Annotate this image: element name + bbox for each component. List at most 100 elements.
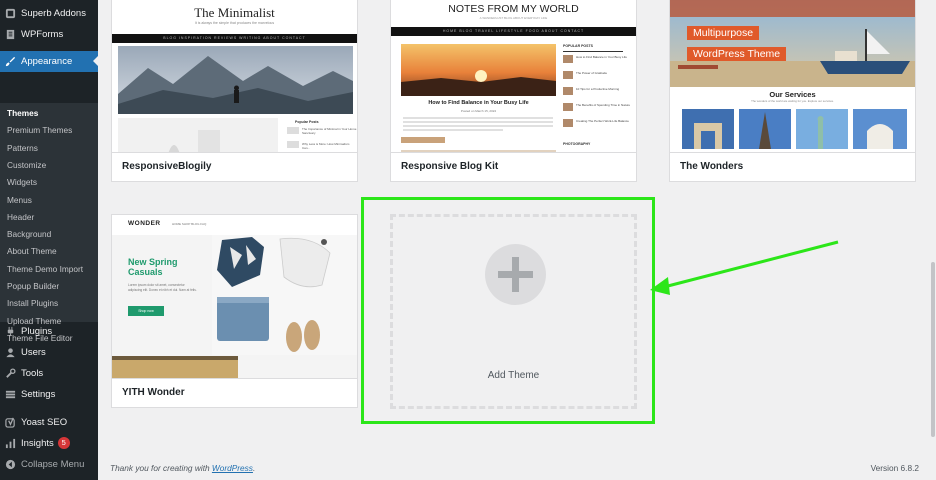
menu-label: WPForms xyxy=(21,29,64,40)
scrollbar-thumb[interactable] xyxy=(931,262,935,437)
menu-label: Tools xyxy=(21,368,44,379)
preview-post-thumb xyxy=(563,103,573,111)
theme-screenshot: NOTES FROM MY WORLD A WANDERLUST BLOG AB… xyxy=(391,0,636,154)
post-thumbnail xyxy=(118,118,278,154)
menu-users[interactable]: Users xyxy=(0,342,98,363)
preview-site-title: NOTES FROM MY WORLD xyxy=(448,3,579,15)
scrollbar[interactable] xyxy=(930,0,936,480)
theme-name: ResponsiveBlogily xyxy=(112,152,357,181)
preview-post-title: How to Find Balance in Your Busy Life xyxy=(428,100,529,106)
preview-post-link: Creating The Perfect Work-Life Balance xyxy=(576,119,629,123)
submenu-item[interactable]: Popup Builder xyxy=(7,281,59,291)
preview-banner-line: WordPress Theme xyxy=(687,47,787,61)
menu-label: Insights xyxy=(21,438,54,449)
submenu-item[interactable]: Customize xyxy=(7,160,46,170)
notification-badge: 5 xyxy=(57,437,70,450)
collapse-menu-button[interactable]: Collapse Menu xyxy=(0,454,98,475)
theme-screenshot: WONDER HOME SHOP BLOG FAQ New Spring Cas… xyxy=(112,215,357,380)
preview-post-thumb xyxy=(563,87,573,95)
preview-site-title: The Minimalist xyxy=(194,5,275,20)
submenu-item[interactable]: Premium Themes xyxy=(7,125,72,135)
preview-shop-button: Shop now xyxy=(128,306,164,316)
preview-banner-line: Multipurpose xyxy=(687,26,760,40)
preview-tagline: A WANDERLUST BLOG ABOUT EVERYDAY LIFE xyxy=(479,16,548,20)
preview-nav: BLOG INSPIRATION REVIEWS WRITING ABOUT C… xyxy=(112,34,357,43)
menu-settings[interactable]: Settings xyxy=(0,384,98,405)
preview-post-link: The Importance of Minimal in Your Home S… xyxy=(302,127,357,135)
theme-card-responsiveblogily[interactable]: The Minimalist It is always the simple t… xyxy=(111,0,358,182)
admin-sidebar: Superb Addons WPForms Appearance Themes P… xyxy=(0,0,98,480)
theme-screenshot: The Minimalist It is always the simple t… xyxy=(112,0,357,154)
footer-text: . xyxy=(252,463,256,473)
submenu-item[interactable]: Install Plugins xyxy=(7,298,58,308)
menu-label: Appearance xyxy=(21,56,73,67)
menu-insights[interactable]: Insights 5 xyxy=(0,433,98,454)
submenu-item[interactable]: About Theme xyxy=(7,246,57,256)
footer-version: Version 6.8.2 xyxy=(870,463,919,473)
theme-name: The Wonders xyxy=(670,152,915,181)
preview-post-link: The Power of Gratitude xyxy=(576,71,608,75)
submenu-item[interactable]: Header xyxy=(7,212,34,222)
theme-name: YITH Wonder xyxy=(112,378,357,407)
preview-post-thumb xyxy=(563,55,573,63)
add-theme-label: Add Theme xyxy=(487,370,540,381)
preview-sidebar-title: POPULAR POSTS xyxy=(563,44,593,48)
sunset-photo xyxy=(401,44,556,96)
menu-label: Users xyxy=(21,347,46,358)
submenu-item[interactable]: Themes xyxy=(7,108,38,118)
preview-post-thumb xyxy=(563,119,573,127)
preview-post-link: 10 Tips for a Productive Morning xyxy=(576,87,620,91)
theme-name: Responsive Blog Kit xyxy=(391,152,636,181)
collapse-icon xyxy=(5,459,16,470)
preview-section-title: PHOTOGRAPHY xyxy=(563,142,591,146)
yoast-icon xyxy=(5,417,15,428)
add-theme-button[interactable]: Add Theme xyxy=(390,214,637,409)
harbor-banner-photo xyxy=(670,0,915,87)
submenu-item[interactable]: Patterns xyxy=(7,143,38,153)
annotation-arrow-icon xyxy=(650,240,839,295)
appearance-submenu: Themes Premium Themes Patterns Customize Wid… xyxy=(0,103,98,343)
preview-nav: HOME SHOP BLOG FAQ xyxy=(172,222,207,226)
menu-label: Superb Addons xyxy=(21,8,86,19)
menu-tools[interactable]: Tools xyxy=(0,363,98,384)
theme-card-responsive-blog-kit[interactable]: NOTES FROM MY WORLD A WANDERLUST BLOG AB… xyxy=(390,0,637,182)
theme-card-the-wonders[interactable]: Multipurpose WordPress Theme Our Service… xyxy=(669,0,916,182)
menu-appearance[interactable]: Appearance xyxy=(0,51,98,72)
preview-post-link: Why Less is More: How Minimalism Can... xyxy=(302,142,350,150)
menu-label: Yoast SEO xyxy=(21,417,68,428)
wordpress-link[interactable]: WordPress xyxy=(212,463,253,473)
submenu-item[interactable]: Background xyxy=(7,229,51,239)
menu-wpforms[interactable]: WPForms xyxy=(0,24,98,45)
submenu-item[interactable]: Theme Demo Import xyxy=(7,264,83,274)
preview-body-text: Lorem ipsum dolor sit amet, consectetur … xyxy=(128,283,197,292)
wrench-icon xyxy=(6,368,16,378)
services-thumbnails xyxy=(682,109,907,149)
insights-icon xyxy=(5,438,16,449)
menu-yoast-seo[interactable]: Yoast SEO xyxy=(0,412,98,433)
preview-nav: HOME BLOG TRAVEL LIFESTYLE FOOD ABOUT CO… xyxy=(391,27,636,36)
submenu-item[interactable]: Widgets xyxy=(7,177,37,187)
preview-post-link: The Benefits of Spending Time in Nature xyxy=(576,103,631,107)
plus-icon xyxy=(485,244,546,305)
footer-thank-you: Thank you for creating with WordPress. xyxy=(110,463,255,473)
menu-label: Plugins xyxy=(21,326,53,337)
plugin-icon xyxy=(7,326,14,337)
menu-label: Collapse Menu xyxy=(21,459,85,470)
theme-card-yith-wonder[interactable]: WONDER HOME SHOP BLOG FAQ New Spring Cas… xyxy=(111,214,358,408)
menu-superb-addons[interactable]: Superb Addons xyxy=(0,3,98,24)
preview-services-subtitle: The wonders of the world are waiting for… xyxy=(751,99,834,103)
menu-label: Settings xyxy=(21,389,56,400)
submenu-item[interactable]: Menus xyxy=(7,195,32,205)
menu-plugins[interactable]: Plugins xyxy=(0,321,98,342)
preview-headline: New Spring Casuals xyxy=(128,257,178,277)
preview-post-thumb xyxy=(563,71,573,79)
users-icon xyxy=(6,348,15,358)
preview-tagline: It is always the simple that produces th… xyxy=(194,21,275,25)
footer-text: Thank you for creating with xyxy=(110,463,212,473)
preview-widget-title: Popular Posts xyxy=(295,120,319,124)
theme-screenshot: Multipurpose WordPress Theme Our Service… xyxy=(670,0,915,154)
superb-addons-icon xyxy=(5,8,16,19)
paintbrush-icon xyxy=(5,56,16,67)
preview-logo: WONDER xyxy=(128,220,161,227)
preview-post-meta: Posted on March 15, 2024 xyxy=(460,109,497,113)
